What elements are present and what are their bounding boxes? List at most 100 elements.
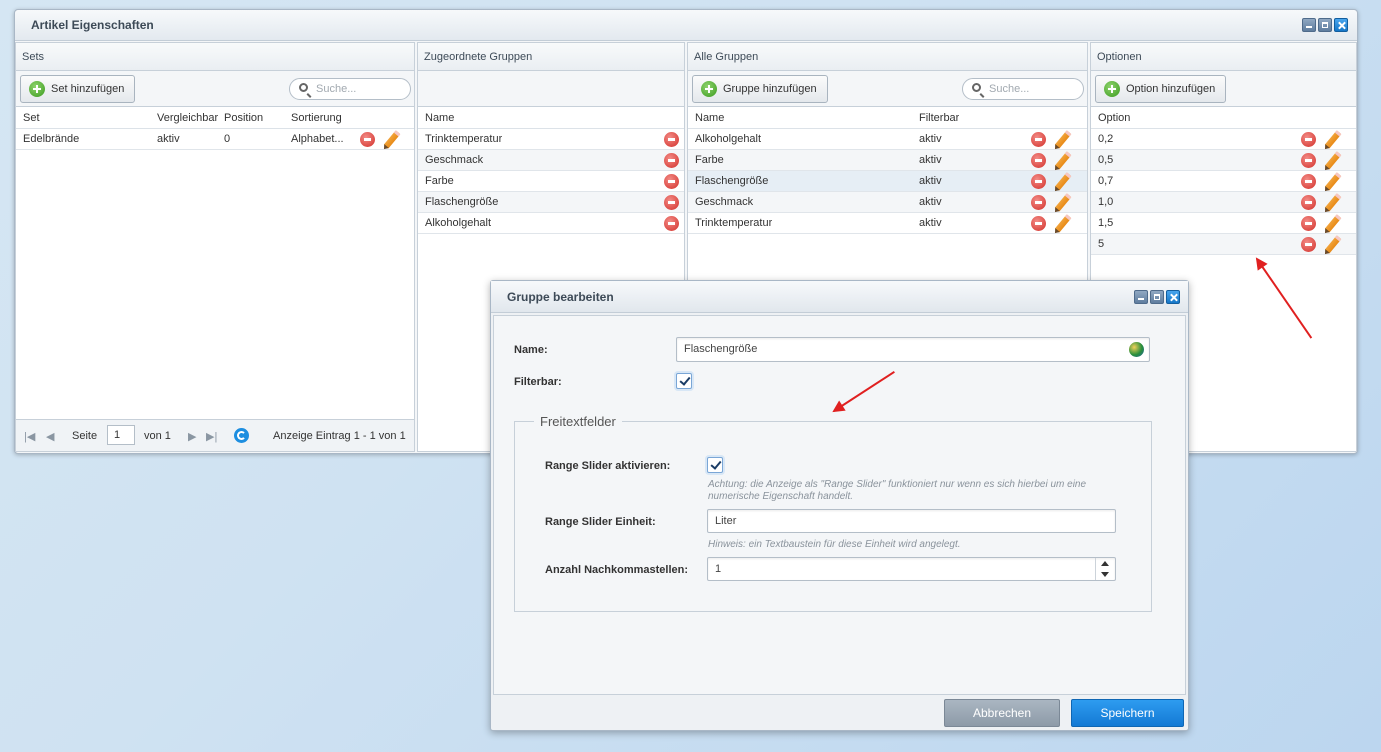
option-value: 5 <box>1098 238 1105 250</box>
table-row[interactable]: 1,5 <box>1091 213 1356 234</box>
delete-icon[interactable] <box>664 174 679 189</box>
delete-icon[interactable] <box>360 132 375 147</box>
list-item[interactable]: Geschmack <box>418 150 684 171</box>
table-row[interactable]: 5 <box>1091 234 1356 255</box>
column-name[interactable]: Name <box>695 107 724 129</box>
sets-header: Sets <box>16 43 414 71</box>
unit-value: Liter <box>715 515 737 527</box>
list-item[interactable]: Farbe <box>418 171 684 192</box>
set-position: 0 <box>224 133 231 145</box>
delete-icon[interactable] <box>1301 153 1316 168</box>
column-position[interactable]: Position <box>224 107 263 129</box>
add-set-label: Set hinzufügen <box>51 83 125 95</box>
add-option-label: Option hinzufügen <box>1126 83 1216 95</box>
delete-icon[interactable] <box>1301 174 1316 189</box>
edit-icon[interactable] <box>1324 235 1342 254</box>
edit-icon[interactable] <box>1054 193 1072 212</box>
unit-input[interactable]: Liter <box>707 509 1116 533</box>
column-name[interactable]: Name <box>425 107 454 129</box>
delete-icon[interactable] <box>664 153 679 168</box>
table-row[interactable]: Geschmack aktiv <box>688 192 1087 213</box>
set-sortierung: Alphabet... <box>291 133 344 145</box>
delete-icon[interactable] <box>1301 237 1316 252</box>
minimize-icon[interactable] <box>1302 18 1316 32</box>
table-row[interactable]: Trinktemperatur aktiv <box>688 213 1087 234</box>
table-row[interactable]: Farbe aktiv <box>688 150 1087 171</box>
assigned-toolbar <box>418 71 684 107</box>
decimals-stepper[interactable]: 1 <box>707 557 1116 581</box>
groups-search-input[interactable]: Suche... <box>962 78 1084 100</box>
table-row[interactable]: 0,5 <box>1091 150 1356 171</box>
chevron-down-icon[interactable] <box>1101 572 1109 577</box>
table-row[interactable]: 0,7 <box>1091 171 1356 192</box>
dialog-title: Gruppe bearbeiten <box>491 281 1188 313</box>
minimize-icon[interactable] <box>1134 290 1148 304</box>
edit-icon[interactable] <box>1324 214 1342 233</box>
close-icon[interactable] <box>1334 18 1348 32</box>
delete-icon[interactable] <box>664 216 679 231</box>
list-item[interactable]: Alkoholgehalt <box>418 213 684 234</box>
column-filterbar[interactable]: Filterbar <box>919 107 959 129</box>
sets-search-input[interactable]: Suche... <box>289 78 411 100</box>
table-row[interactable]: Alkoholgehalt aktiv <box>688 129 1087 150</box>
group-name: Alkoholgehalt <box>425 217 492 229</box>
name-field[interactable]: Flaschengröße <box>676 337 1150 362</box>
delete-icon[interactable] <box>1301 132 1316 147</box>
list-item[interactable]: Trinktemperatur <box>418 129 684 150</box>
table-row[interactable]: 0,2 <box>1091 129 1356 150</box>
globe-icon[interactable] <box>1129 342 1144 357</box>
edit-icon[interactable] <box>383 130 401 149</box>
search-icon <box>299 83 308 92</box>
delete-icon[interactable] <box>1031 216 1046 231</box>
delete-icon[interactable] <box>664 195 679 210</box>
filterbar-checkbox[interactable] <box>676 373 692 389</box>
column-vergleichbar[interactable]: Vergleichbar <box>157 107 218 129</box>
delete-icon[interactable] <box>1031 132 1046 147</box>
delete-icon[interactable] <box>1031 174 1046 189</box>
prev-page-icon[interactable]: ◀ <box>46 430 54 443</box>
cancel-button[interactable]: Abbrechen <box>944 699 1060 727</box>
chevron-up-icon[interactable] <box>1101 561 1109 566</box>
column-option[interactable]: Option <box>1098 107 1130 129</box>
edit-icon[interactable] <box>1054 130 1072 149</box>
table-row[interactable]: Edelbrände aktiv 0 Alphabet... <box>16 129 414 150</box>
page-input[interactable]: 1 <box>107 425 135 445</box>
add-group-button[interactable]: Gruppe hinzufügen <box>692 75 828 103</box>
save-button[interactable]: Speichern <box>1071 699 1184 727</box>
edit-icon[interactable] <box>1324 193 1342 212</box>
refresh-icon[interactable] <box>234 428 249 443</box>
maximize-icon[interactable] <box>1150 290 1164 304</box>
delete-icon[interactable] <box>1301 216 1316 231</box>
group-filterbar: aktiv <box>919 133 942 145</box>
edit-icon[interactable] <box>1054 151 1072 170</box>
group-name: Flaschengröße <box>425 196 499 208</box>
add-set-button[interactable]: Set hinzufügen <box>20 75 136 103</box>
group-filterbar: aktiv <box>919 196 942 208</box>
column-sortierung[interactable]: Sortierung <box>291 107 342 129</box>
edit-icon[interactable] <box>1324 130 1342 149</box>
group-filterbar: aktiv <box>919 154 942 166</box>
next-page-icon[interactable]: ▶ <box>188 430 196 443</box>
maximize-icon[interactable] <box>1318 18 1332 32</box>
edit-icon[interactable] <box>1324 172 1342 191</box>
table-row-selected[interactable]: Flaschengröße aktiv <box>688 171 1087 192</box>
delete-icon[interactable] <box>1031 195 1046 210</box>
first-page-icon[interactable]: |◀ <box>24 430 35 443</box>
column-set[interactable]: Set <box>23 107 40 129</box>
delete-icon[interactable] <box>1031 153 1046 168</box>
last-page-icon[interactable]: ▶| <box>206 430 217 443</box>
edit-icon[interactable] <box>1324 151 1342 170</box>
edit-icon[interactable] <box>1054 214 1072 233</box>
edit-icon[interactable] <box>1054 172 1072 191</box>
list-item[interactable]: Flaschengröße <box>418 192 684 213</box>
option-value: 1,5 <box>1098 217 1114 229</box>
range-slider-checkbox[interactable] <box>707 457 723 473</box>
table-row[interactable]: 1,0 <box>1091 192 1356 213</box>
stepper-buttons[interactable] <box>1095 558 1115 580</box>
add-option-button[interactable]: Option hinzufügen <box>1095 75 1227 103</box>
fieldset-legend: Freitextfelder <box>534 414 622 429</box>
delete-icon[interactable] <box>664 132 679 147</box>
close-icon[interactable] <box>1166 290 1180 304</box>
name-value: Flaschengröße <box>684 343 758 355</box>
delete-icon[interactable] <box>1301 195 1316 210</box>
